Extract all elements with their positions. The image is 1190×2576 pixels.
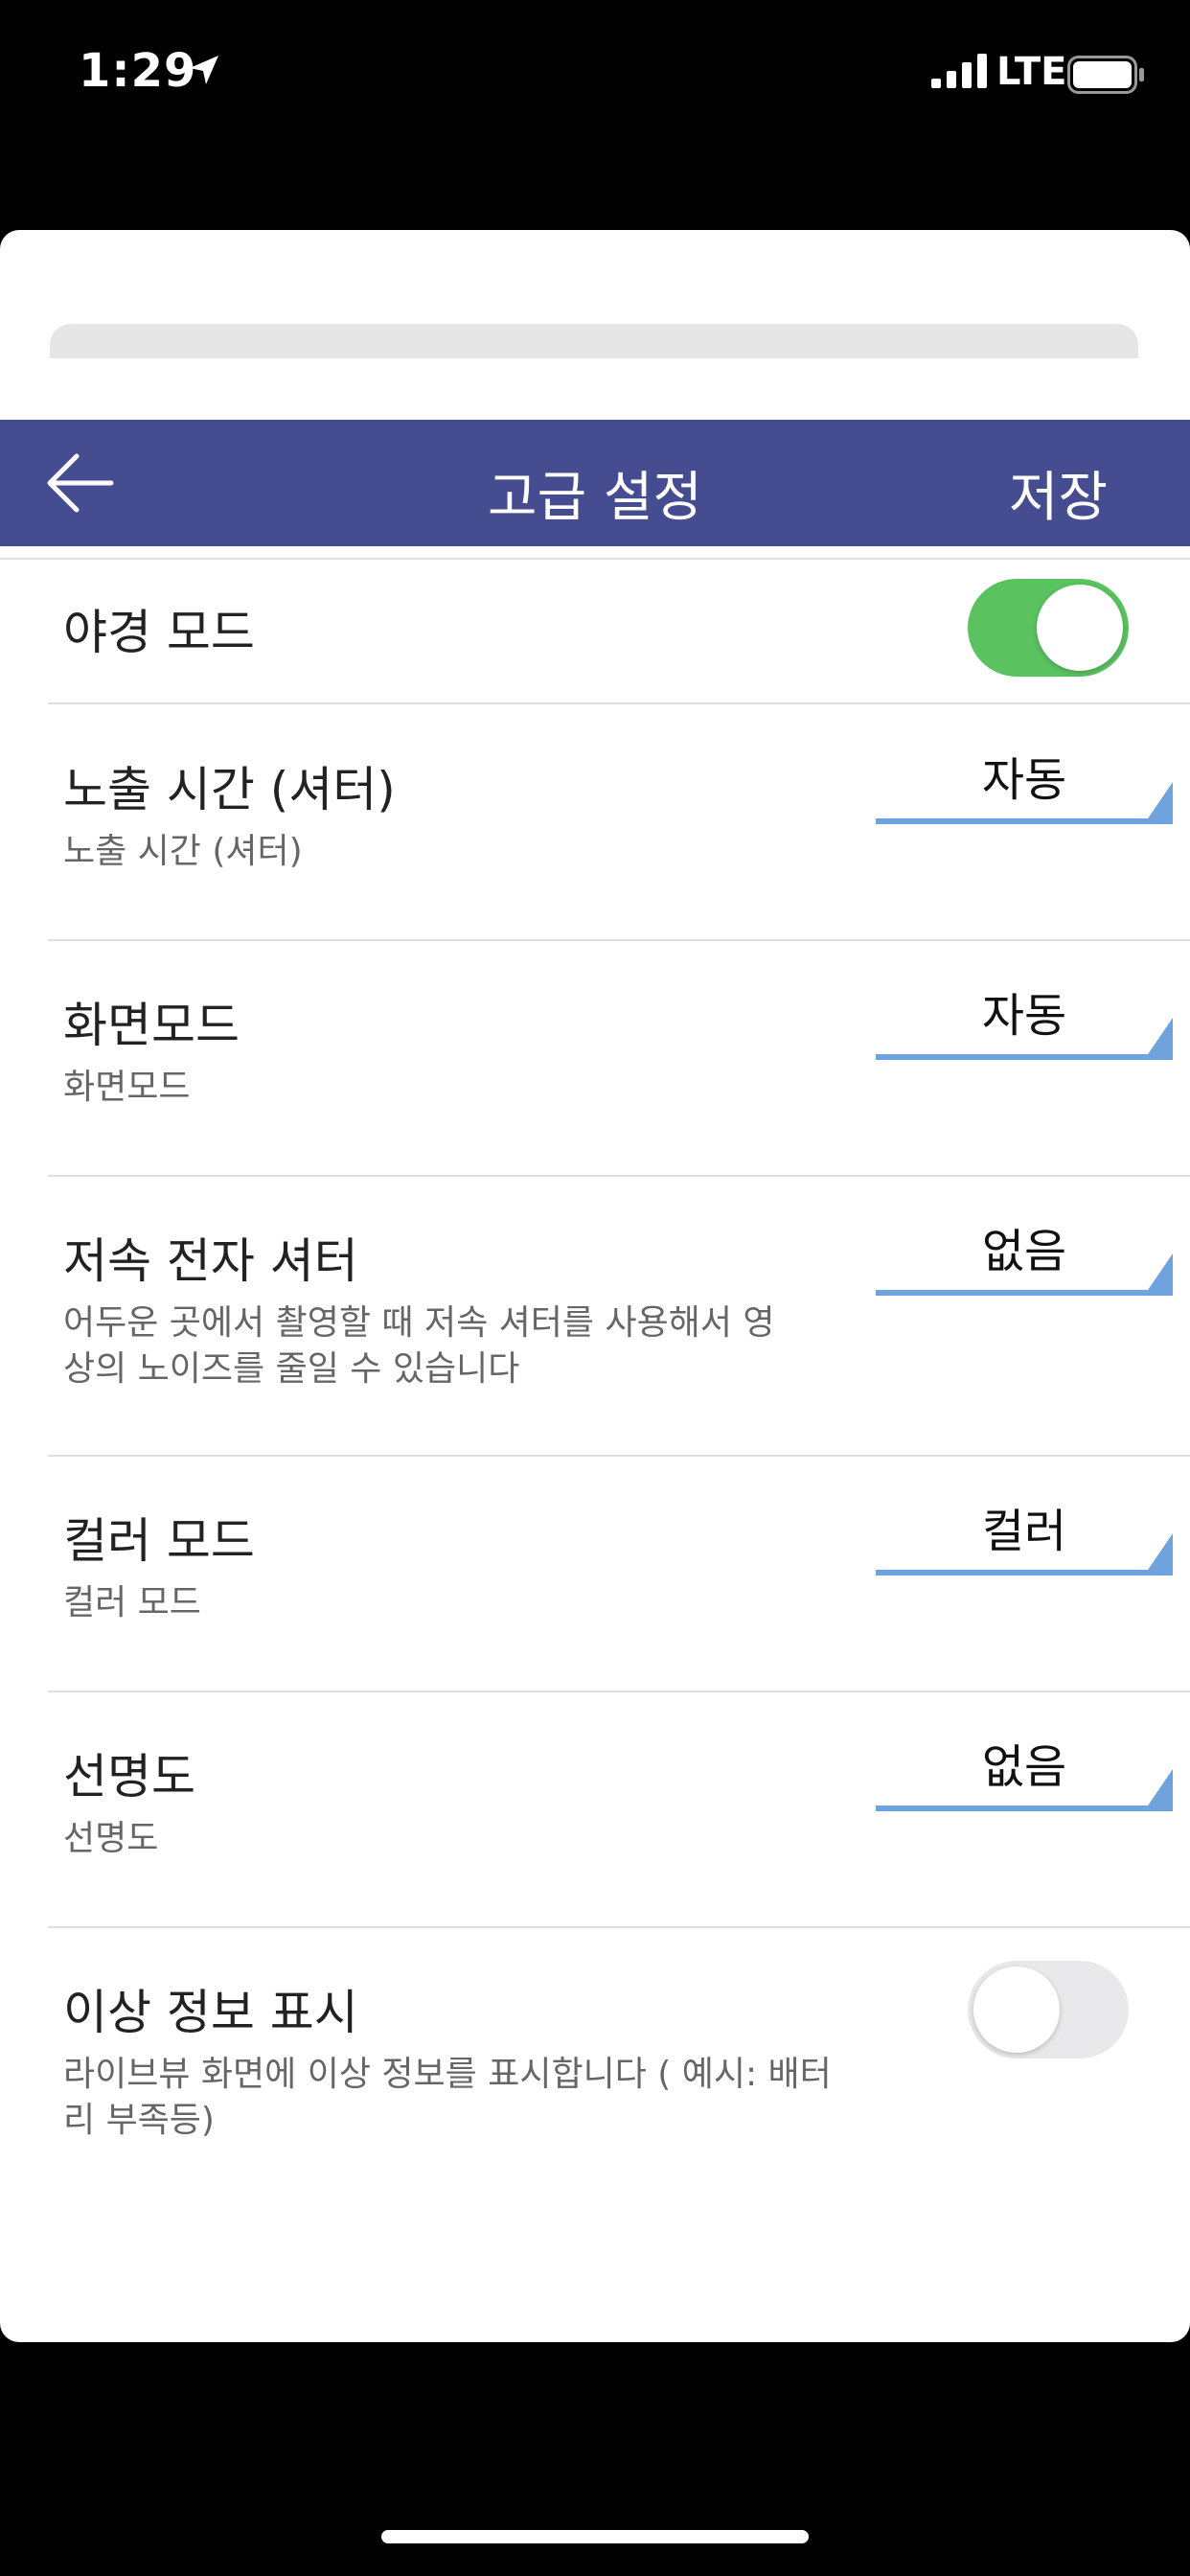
select-underline — [876, 818, 1173, 824]
exposure-description: 노출 시간 (셔터) — [63, 832, 303, 871]
row-divider — [48, 1690, 1190, 1692]
select-underline — [876, 1570, 1173, 1576]
setting-row-screen-mode: 화면모드 화면모드 자동 — [48, 964, 1190, 1175]
abnormal-info-toggle[interactable] — [968, 1961, 1129, 2058]
dropdown-triangle-icon — [1144, 1254, 1173, 1296]
color-mode-value: 컬러 — [981, 1505, 1067, 1558]
sharpness-description: 선명도 — [63, 1819, 159, 1858]
abnormal-info-description-line1: 라이브뷰 화면에 이상 정보를 표시합니다 ( 예시: 배터 — [63, 2055, 832, 2094]
setting-row-night-mode: 야경 모드 — [48, 579, 1190, 703]
color-mode-description: 컬러 모드 — [63, 1583, 201, 1622]
select-underline — [876, 1290, 1173, 1296]
setting-row-slow-shutter: 저속 전자 셔터 어두운 곳에서 촬영할 때 저속 셔터를 사용해서 영 상의 … — [48, 1200, 1190, 1453]
select-underline — [876, 1806, 1173, 1811]
abnormal-info-label: 이상 정보 표시 — [63, 1985, 358, 2040]
row-divider — [48, 1175, 1190, 1177]
toggle-knob — [1037, 585, 1123, 671]
home-indicator[interactable] — [381, 2530, 809, 2543]
row-divider — [48, 1455, 1190, 1457]
sharpness-label: 선명도 — [63, 1749, 195, 1805]
color-mode-select[interactable]: 컬러 — [876, 1493, 1173, 1579]
setting-row-abnormal-info: 이상 정보 표시 라이브뷰 화면에 이상 정보를 표시합니다 ( 예시: 배터 … — [48, 1951, 1190, 2204]
status-bar: 1:29 LTE — [0, 0, 1190, 144]
night-mode-label: 야경 모드 — [63, 605, 255, 660]
slow-shutter-description-line1: 어두운 곳에서 촬영할 때 저속 셔터를 사용해서 영 — [63, 1303, 775, 1343]
save-button[interactable]: 저장 — [1009, 454, 1108, 532]
location-arrow-icon — [190, 56, 218, 84]
app-header: 고급 설정 저장 — [0, 420, 1190, 546]
battery-icon — [1067, 56, 1144, 94]
night-mode-toggle[interactable] — [968, 579, 1129, 677]
slow-shutter-label: 저속 전자 셔터 — [63, 1233, 358, 1289]
row-divider — [48, 939, 1190, 941]
exposure-value: 자동 — [981, 753, 1067, 807]
carrier-label: LTE — [996, 50, 1067, 94]
color-mode-label: 컬러 모드 — [63, 1513, 255, 1569]
status-time: 1:29 — [79, 44, 197, 98]
exposure-label: 노출 시간 (셔터) — [63, 762, 396, 817]
slow-shutter-value: 없음 — [981, 1225, 1067, 1278]
screen-mode-value: 자동 — [981, 989, 1067, 1043]
dropdown-triangle-icon — [1144, 782, 1173, 824]
exposure-select[interactable]: 자동 — [876, 742, 1173, 828]
setting-row-exposure: 노출 시간 (셔터) 노출 시간 (셔터) 자동 — [48, 728, 1190, 939]
row-divider — [48, 702, 1190, 704]
screen-mode-description: 화면모드 — [63, 1068, 191, 1107]
slow-shutter-select[interactable]: 없음 — [876, 1213, 1173, 1300]
setting-row-color-mode: 컬러 모드 컬러 모드 컬러 — [48, 1480, 1190, 1690]
select-underline — [876, 1054, 1173, 1060]
setting-row-sharpness: 선명도 선명도 없음 — [48, 1715, 1190, 1926]
signal-icon — [931, 54, 987, 88]
sharpness-value: 없음 — [981, 1740, 1067, 1794]
abnormal-info-description-line2: 리 부족등) — [63, 2101, 215, 2140]
dropdown-triangle-icon — [1144, 1533, 1173, 1576]
sharpness-select[interactable]: 없음 — [876, 1729, 1173, 1815]
dropdown-triangle-icon — [1144, 1018, 1173, 1060]
header-divider — [0, 558, 1190, 560]
screen-mode-label: 화면모드 — [63, 998, 240, 1053]
screen-mode-select[interactable]: 자동 — [876, 978, 1173, 1064]
dropdown-triangle-icon — [1144, 1769, 1173, 1811]
toggle-knob — [973, 1966, 1060, 2053]
sheet-handle[interactable] — [50, 324, 1138, 358]
row-divider — [48, 1926, 1190, 1928]
slow-shutter-description-line2: 상의 노이즈를 줄일 수 있습니다 — [63, 1349, 520, 1389]
